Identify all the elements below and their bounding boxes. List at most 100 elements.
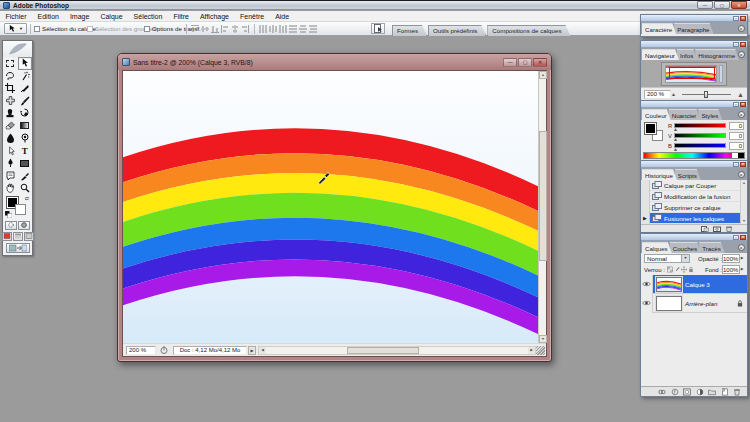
tool-history-brush[interactable] — [18, 107, 33, 120]
layer-style-icon[interactable]: f — [671, 388, 679, 396]
tool-notes[interactable] — [3, 170, 18, 183]
history-item[interactable]: Modification de la fusion — [641, 191, 747, 202]
fill-value-box[interactable]: 100% — [722, 265, 740, 274]
menu-fenetre[interactable]: Fenêtre — [235, 13, 270, 20]
tool-slice[interactable] — [18, 82, 33, 95]
imageready-button[interactable] — [6, 243, 30, 253]
red-value-box[interactable]: 0 — [729, 122, 744, 130]
blend-mode-select[interactable]: Normal▼ — [644, 254, 690, 263]
tool-zoom[interactable] — [18, 182, 33, 195]
canvas[interactable] — [123, 71, 538, 343]
lock-transparency-icon[interactable] — [667, 266, 673, 273]
layer-row-arriere-plan[interactable]: Arrière-plan — [641, 294, 747, 313]
palette-menu-button[interactable]: ▸ — [738, 111, 745, 118]
color-spectrum-bar[interactable] — [643, 152, 745, 159]
new-snapshot-icon[interactable] — [713, 226, 721, 232]
close-button[interactable]: ✕ — [731, 1, 747, 9]
navigator-preview[interactable] — [641, 60, 747, 88]
layer-row-calque3[interactable]: Calque 3 — [641, 275, 747, 294]
vertical-scrollbar[interactable]: ▲ ▼ — [538, 71, 546, 343]
zoom-slider-thumb[interactable] — [704, 91, 708, 98]
history-snapshot-gutter[interactable] — [641, 191, 650, 202]
zoom-level-box[interactable]: 200 % — [126, 346, 156, 355]
layer-name[interactable]: Calque 3 — [685, 281, 710, 288]
lock-all-icon[interactable] — [688, 266, 694, 273]
history-snapshot-gutter[interactable] — [641, 202, 650, 213]
tool-crop[interactable] — [3, 82, 18, 95]
scroll-up-arrow[interactable]: ▲ — [539, 71, 547, 79]
tab-infos[interactable]: Infos — [677, 49, 697, 60]
red-slider-track[interactable]: ▲ — [674, 123, 726, 128]
horizontal-scroll-thumb[interactable] — [347, 347, 419, 354]
scroll-left-arrow[interactable]: ◀ — [259, 347, 266, 354]
tool-blur[interactable] — [3, 132, 18, 145]
palette-minimize-button[interactable]: – — [733, 16, 739, 21]
menu-filtre[interactable]: Filtre — [168, 13, 195, 20]
tab-traces[interactable]: Tracés — [699, 242, 725, 253]
green-slider-track[interactable]: ▲ — [674, 133, 726, 138]
palette-close-button[interactable]: ✕ — [740, 42, 746, 47]
tab-couches[interactable]: Couches — [670, 242, 701, 253]
background-color-swatch[interactable] — [15, 204, 26, 215]
default-colors-icon[interactable] — [5, 211, 12, 218]
fill-spinner[interactable]: ▶ — [740, 265, 744, 274]
history-item-selected[interactable]: ▶ Fusionner les calques — [641, 213, 747, 224]
menu-calque[interactable]: Calque — [95, 13, 128, 20]
palette-minimize-button[interactable]: – — [733, 162, 739, 167]
tool-dodge[interactable] — [18, 132, 33, 145]
doc-close-button[interactable]: ✕ — [533, 58, 547, 67]
palette-minimize-button[interactable]: – — [733, 102, 739, 107]
menu-fichier[interactable]: Fichier — [0, 13, 32, 20]
tool-eyedropper[interactable] — [18, 170, 33, 183]
history-state-slider[interactable]: ▶ — [641, 213, 650, 224]
palette-minimize-button[interactable]: – — [733, 42, 739, 47]
resize-grip[interactable] — [536, 346, 545, 355]
scroll-down-arrow[interactable]: ▼ — [539, 335, 547, 343]
adobe-feather-logo[interactable] — [3, 41, 32, 57]
layer-mask-icon[interactable] — [683, 388, 691, 396]
menu-selection[interactable]: Sélection — [128, 13, 168, 20]
tool-path-selection[interactable] — [3, 145, 18, 158]
scroll-right-arrow[interactable]: ▶ — [528, 347, 535, 354]
tool-healing-brush[interactable] — [3, 95, 18, 108]
link-layers-icon[interactable] — [658, 388, 666, 396]
palette-close-button[interactable]: ✕ — [740, 162, 746, 167]
tool-hand[interactable] — [3, 182, 18, 195]
layer-visibility-toggle[interactable] — [641, 294, 653, 313]
current-tool-button[interactable]: ▼ — [4, 23, 27, 34]
navigator-zoom-slider[interactable] — [678, 88, 735, 100]
lock-position-icon[interactable] — [681, 266, 687, 273]
zoom-out-icon[interactable]: ▲ — [671, 91, 676, 97]
opacity-spinner[interactable]: ▶ — [740, 254, 744, 263]
history-item[interactable]: Calque par Couper — [641, 180, 747, 191]
adjustment-layer-icon[interactable] — [696, 388, 704, 396]
tab-caractere[interactable]: Caractère — [642, 23, 676, 34]
tool-type[interactable]: T — [18, 145, 33, 158]
layer-thumbnail[interactable] — [656, 277, 682, 292]
status-menu-arrow[interactable]: ▶ — [248, 346, 256, 355]
tool-presets-button[interactable] — [371, 23, 385, 34]
opacity-value-box[interactable]: 100% — [722, 254, 740, 263]
delete-state-icon[interactable] — [725, 226, 733, 232]
history-item[interactable]: Supprimer ce calque — [641, 202, 747, 213]
fullscreen-button[interactable] — [24, 232, 34, 241]
standard-mode-button[interactable] — [5, 221, 17, 230]
standard-screen-button[interactable] — [2, 232, 12, 241]
tool-pen[interactable] — [3, 157, 18, 170]
zoom-in-icon[interactable]: ▲ — [737, 91, 744, 98]
lock-pixels-icon[interactable] — [674, 266, 680, 273]
tool-rectangular-marquee[interactable] — [3, 57, 18, 70]
layer-name[interactable]: Arrière-plan — [685, 300, 717, 307]
new-group-icon[interactable] — [708, 388, 716, 396]
layer-thumbnail[interactable] — [656, 296, 682, 311]
menu-aide[interactable]: Aide — [270, 13, 295, 20]
well-tab-formes[interactable]: Formes — [392, 25, 427, 36]
menu-affichage[interactable]: Affichage — [194, 13, 234, 20]
document-titlebar[interactable]: Sans titre-2 @ 200% (Calque 3, RVB/8) — … — [118, 54, 551, 70]
quick-mask-mode-button[interactable] — [18, 221, 30, 230]
palette-close-button[interactable]: ✕ — [740, 102, 746, 107]
well-tab-compositions[interactable]: Compositions de calques — [487, 25, 570, 36]
new-document-from-state-icon[interactable] — [701, 226, 709, 232]
blue-slider-track[interactable]: ▲ — [674, 143, 726, 148]
tab-paragraphe[interactable]: Paragraphe — [674, 23, 713, 34]
